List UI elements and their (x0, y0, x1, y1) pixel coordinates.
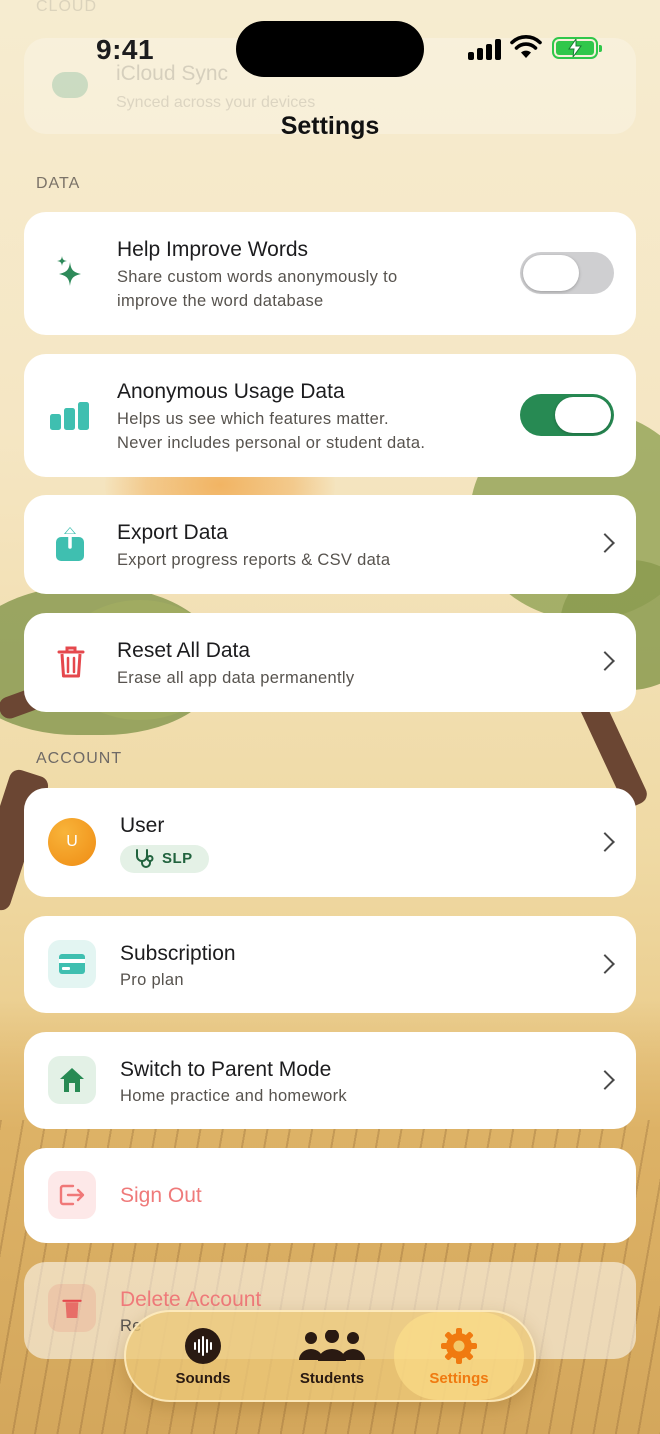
help-improve-words-row: Help Improve Words Share custom words an… (24, 212, 636, 335)
sign-out-icon-tile (48, 1171, 96, 1219)
gear-icon (441, 1328, 477, 1364)
waveform-icon (185, 1328, 221, 1364)
sign-out-icon (59, 1184, 85, 1206)
help-improve-words-subtitle-2: improve the word database (117, 292, 324, 310)
export-share-icon (56, 527, 84, 561)
tab-settings[interactable]: Settings (394, 1312, 524, 1400)
anonymous-usage-data-subtitle-2: Never includes personal or student data. (117, 434, 426, 452)
tab-bar: Sounds Students Settings (124, 1310, 536, 1402)
anonymous-usage-data-toggle[interactable] (520, 394, 614, 436)
people-icon (299, 1330, 365, 1361)
delete-account-icon-tile (48, 1284, 96, 1332)
dynamic-island (236, 21, 424, 77)
reset-all-data-row[interactable]: Reset All Data Erase all app data perman… (24, 613, 636, 712)
chevron-right-icon (595, 533, 615, 553)
chevron-right-icon (595, 651, 615, 671)
cellular-signal-icon (468, 38, 502, 60)
subscription-icon-tile (48, 940, 96, 988)
avatar: U (48, 818, 96, 866)
export-data-row[interactable]: Export Data Export progress reports & CS… (24, 495, 636, 594)
section-label-account: ACCOUNT (36, 750, 123, 767)
anonymous-usage-data-subtitle-1: Helps us see which features matter. (117, 410, 389, 428)
reset-all-data-title: Reset All Data (117, 639, 251, 662)
battery-charging-icon (552, 37, 602, 59)
status-time: 9:41 (96, 34, 155, 65)
tab-settings-label: Settings (429, 1370, 489, 1387)
tab-sounds[interactable]: Sounds (138, 1312, 268, 1400)
delete-account-title: Delete Account (120, 1288, 262, 1311)
section-label-data: DATA (36, 175, 81, 192)
credit-card-icon (59, 954, 85, 974)
parent-mode-icon-tile (48, 1056, 96, 1104)
parent-mode-title: Switch to Parent Mode (120, 1058, 332, 1081)
user-name: User (120, 814, 165, 837)
anonymous-usage-data-title: Anonymous Usage Data (117, 380, 345, 403)
export-data-subtitle: Export progress reports & CSV data (117, 551, 391, 569)
stethoscope-icon (136, 849, 154, 868)
parent-mode-subtitle: Home practice and homework (120, 1087, 347, 1105)
bar-chart-icon (50, 402, 89, 430)
page-title: Settings (280, 112, 380, 140)
trash-icon (62, 1299, 82, 1318)
user-profile-row[interactable]: U User SLP (24, 788, 636, 897)
role-badge: SLP (120, 845, 209, 873)
tab-sounds-label: Sounds (175, 1370, 231, 1387)
chevron-right-icon (595, 954, 615, 974)
switch-to-parent-mode-row[interactable]: Switch to Parent Mode Home practice and … (24, 1032, 636, 1129)
house-icon (60, 1068, 84, 1092)
tab-students[interactable]: Students (267, 1312, 397, 1400)
subscription-title: Subscription (120, 942, 236, 965)
help-improve-words-title: Help Improve Words (117, 238, 309, 261)
subscription-row[interactable]: Subscription Pro plan (24, 916, 636, 1013)
help-improve-words-subtitle-1: Share custom words anonymously to (117, 268, 398, 286)
tab-students-label: Students (299, 1370, 365, 1387)
status-bar: 9:41 (0, 0, 660, 100)
reset-all-data-subtitle: Erase all app data permanently (117, 669, 355, 687)
sign-out-label: Sign Out (120, 1184, 202, 1207)
sign-out-row[interactable]: Sign Out (24, 1148, 636, 1243)
chevron-right-icon (595, 832, 615, 852)
chevron-right-icon (595, 1070, 615, 1090)
wifi-icon (510, 35, 542, 58)
help-improve-words-toggle[interactable] (520, 252, 614, 294)
subscription-plan: Pro plan (120, 971, 184, 989)
trash-icon (57, 646, 85, 678)
export-data-title: Export Data (117, 521, 228, 544)
sparkles-icon (57, 256, 81, 286)
anonymous-usage-data-row: Anonymous Usage Data Helps us see which … (24, 354, 636, 477)
role-badge-label: SLP (162, 850, 193, 867)
